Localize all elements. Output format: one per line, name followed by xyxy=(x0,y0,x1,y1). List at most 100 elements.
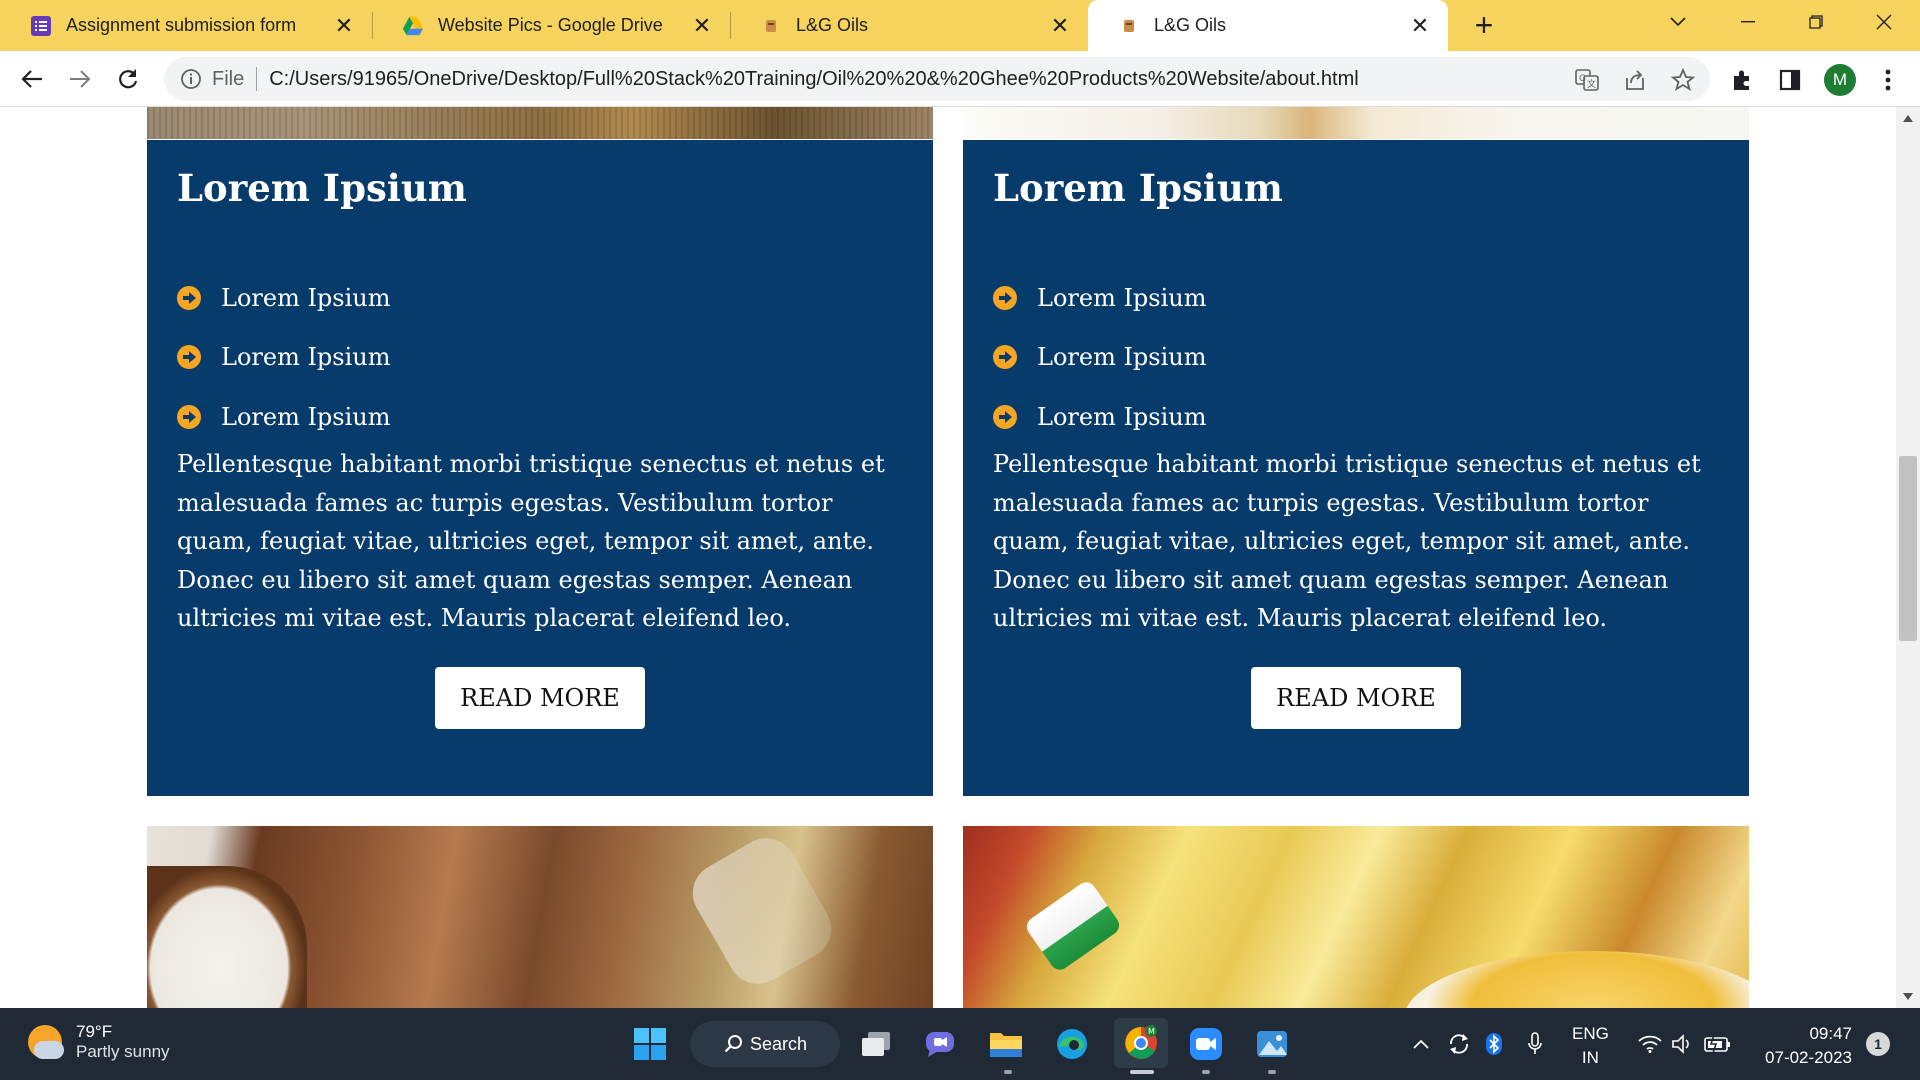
oil-bowl-shape xyxy=(1403,951,1749,1008)
tab-search-chevron-icon[interactable] xyxy=(1648,0,1708,44)
close-tab-icon[interactable]: ✕ xyxy=(1406,12,1434,40)
tab-title: L&G Oils xyxy=(796,15,869,35)
list-item: Lorem Ipsium xyxy=(177,268,391,328)
weather-desc: Partly sunny xyxy=(76,1042,170,1061)
partly-sunny-icon xyxy=(28,1025,64,1059)
running-indicator xyxy=(1268,1070,1276,1074)
arrow-circle-icon xyxy=(177,345,201,370)
weather-widget[interactable]: 79°F Partly sunny xyxy=(28,1022,170,1062)
edge-icon[interactable] xyxy=(1050,1022,1094,1066)
close-tab-icon[interactable]: ✕ xyxy=(330,12,358,40)
back-icon[interactable] xyxy=(14,61,50,97)
task-view-icon[interactable] xyxy=(854,1022,898,1066)
list-item-label: Lorem Ipsium xyxy=(221,402,391,431)
windows-taskbar: 79°F Partly sunny Search M ENG IN 09:47 … xyxy=(0,1008,1920,1080)
coconut-shape xyxy=(147,866,307,1008)
browser-tab[interactable]: Assignment submission form ✕ xyxy=(0,0,372,51)
list-item: Lorem Ipsium xyxy=(177,387,391,447)
product-card: Lorem Ipsium Lorem Ipsium Lorem Ipsium L… xyxy=(147,140,933,796)
list-item-label: Lorem Ipsium xyxy=(1037,343,1207,372)
arrow-circle-icon xyxy=(993,404,1017,429)
product-card: Lorem Ipsium Lorem Ipsium Lorem Ipsium L… xyxy=(963,140,1749,796)
site-favicon-icon xyxy=(760,15,782,37)
tab-title: Website Pics - Google Drive xyxy=(438,15,663,35)
scroll-up-icon[interactable] xyxy=(1903,115,1913,122)
clock-date: 07-02-2023 xyxy=(1765,1048,1852,1067)
search-icon xyxy=(724,1034,744,1059)
forward-icon[interactable] xyxy=(62,61,98,97)
read-more-button[interactable]: READ MORE xyxy=(1251,667,1461,729)
svg-text:文: 文 xyxy=(1587,78,1596,90)
weather-temp: 79°F xyxy=(76,1022,113,1041)
share-icon[interactable] xyxy=(1622,67,1648,93)
tab-strip: Assignment submission form ✕ Website Pic… xyxy=(0,0,1920,51)
translate-icon[interactable]: G文 xyxy=(1574,67,1600,93)
site-favicon-icon xyxy=(1118,15,1140,37)
browser-toolbar: File C:/Users/91965/OneDrive/Desktop/Ful… xyxy=(0,51,1920,107)
scrollbar-thumb[interactable] xyxy=(1899,456,1917,641)
bottle-cap-shape xyxy=(1023,878,1123,974)
list-item: Lorem Ipsium xyxy=(177,328,391,388)
file-explorer-icon[interactable] xyxy=(984,1022,1028,1066)
menu-kebab-icon[interactable] xyxy=(1874,66,1902,94)
system-clock[interactable]: 09:47 07-02-2023 xyxy=(1752,1022,1852,1070)
arrow-circle-icon xyxy=(993,285,1017,310)
list-item-label: Lorem Ipsium xyxy=(1037,402,1207,431)
close-tab-icon[interactable]: ✕ xyxy=(688,12,716,40)
scroll-down-icon[interactable] xyxy=(1903,993,1913,1000)
list-item-label: Lorem Ipsium xyxy=(1037,283,1207,312)
volume-icon[interactable] xyxy=(1668,1008,1696,1080)
cooking-oil-image xyxy=(963,826,1749,1008)
chevron-up-icon[interactable] xyxy=(1408,1008,1434,1080)
start-icon[interactable] xyxy=(628,1022,672,1066)
address-bar[interactable]: File C:/Users/91965/OneDrive/Desktop/Ful… xyxy=(164,57,1710,101)
info-icon[interactable] xyxy=(180,68,202,90)
chrome-icon[interactable]: M xyxy=(1114,1018,1168,1068)
sync-icon[interactable] xyxy=(1444,1008,1474,1080)
bookmark-star-icon[interactable] xyxy=(1670,67,1696,93)
forms-icon xyxy=(30,15,52,37)
list-item: Lorem Ipsium xyxy=(993,387,1207,447)
language-code: ENG xyxy=(1572,1024,1609,1043)
card-description: Pellentesque habitant morbi tristique se… xyxy=(177,450,885,632)
browser-tab[interactable]: Website Pics - Google Drive ✕ xyxy=(372,0,730,51)
profile-avatar[interactable]: M xyxy=(1824,64,1856,96)
omnibox-divider xyxy=(256,67,258,91)
notification-badge[interactable]: 1 xyxy=(1866,1032,1890,1056)
taskbar-search[interactable]: Search xyxy=(690,1021,840,1067)
product-image xyxy=(147,107,933,139)
url-text[interactable]: C:/Users/91965/OneDrive/Desktop/Full%20S… xyxy=(269,68,1569,91)
arrow-circle-icon xyxy=(177,285,201,310)
bluetooth-icon[interactable] xyxy=(1482,1008,1506,1080)
microphone-icon[interactable] xyxy=(1522,1008,1548,1080)
url-scheme: File xyxy=(212,67,245,90)
chat-icon[interactable] xyxy=(918,1022,962,1066)
close-tab-icon[interactable]: ✕ xyxy=(1046,12,1074,40)
card-heading: Lorem Ipsium xyxy=(177,166,467,210)
minimize-icon[interactable] xyxy=(1718,0,1778,44)
browser-tab[interactable]: L&G Oils ✕ xyxy=(730,0,1088,51)
feature-list: Lorem Ipsium Lorem Ipsium Lorem Ipsium xyxy=(177,268,391,447)
product-image xyxy=(963,107,1749,139)
browser-tab-active[interactable]: L&G Oils ✕ xyxy=(1088,0,1448,51)
restore-icon[interactable] xyxy=(1786,0,1846,44)
battery-icon[interactable] xyxy=(1702,1008,1734,1080)
photos-icon[interactable] xyxy=(1250,1022,1294,1066)
window-close-icon[interactable] xyxy=(1854,0,1914,44)
side-panel-icon[interactable] xyxy=(1776,66,1804,94)
clock-time: 09:47 xyxy=(1809,1024,1852,1043)
svg-text:G: G xyxy=(1579,74,1586,84)
vertical-scrollbar[interactable] xyxy=(1896,107,1920,1008)
extensions-icon[interactable] xyxy=(1728,66,1756,94)
running-indicator xyxy=(1130,1070,1154,1074)
new-tab-button[interactable]: + xyxy=(1466,8,1502,44)
tab-title: Assignment submission form xyxy=(66,15,297,35)
card-heading: Lorem Ipsium xyxy=(993,166,1283,210)
list-item-label: Lorem Ipsium xyxy=(221,283,391,312)
read-more-button[interactable]: READ MORE xyxy=(435,667,645,729)
coconut-oil-image xyxy=(147,826,933,1008)
zoom-icon[interactable] xyxy=(1184,1022,1228,1066)
reload-icon[interactable] xyxy=(110,61,146,97)
wifi-icon[interactable] xyxy=(1636,1008,1664,1080)
language-indicator[interactable]: ENG IN xyxy=(1572,1022,1609,1070)
